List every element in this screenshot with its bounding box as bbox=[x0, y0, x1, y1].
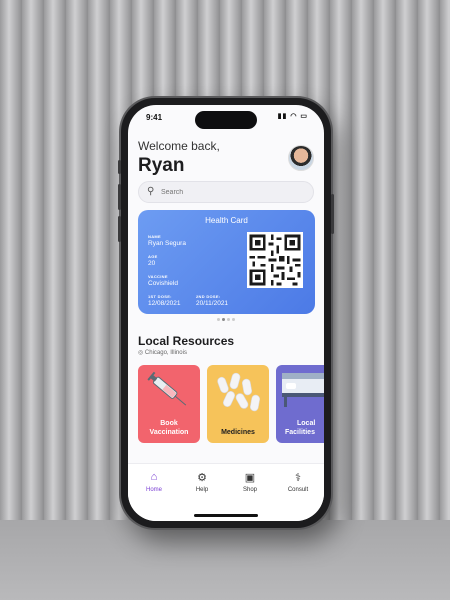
syringe-icon bbox=[147, 371, 187, 406]
location-text: ◎ Chicago, Illinois bbox=[138, 349, 187, 356]
carousel-dot-active[interactable] bbox=[222, 318, 225, 321]
tile-book-vaccination[interactable]: Book Vaccination bbox=[138, 365, 200, 443]
nav-shop[interactable]: ▣ Shop bbox=[230, 471, 270, 493]
nav-label: Consult bbox=[287, 487, 309, 493]
tile-label: Medicines bbox=[207, 428, 269, 437]
tile-medicines[interactable]: Medicines bbox=[207, 365, 269, 443]
tile-label-line2: Vaccination bbox=[149, 429, 189, 436]
section-title: Local Resources bbox=[138, 334, 235, 348]
home-indicator[interactable] bbox=[194, 514, 258, 517]
nav-consult[interactable]: ⚕ Consult bbox=[278, 471, 318, 493]
age-label: AGE bbox=[148, 254, 158, 259]
name-label: NAME bbox=[148, 234, 161, 239]
phone-device: 9:41 ▮▮ ◠ ▭ Welcome back, Ryan ⚲ Health … bbox=[118, 98, 334, 528]
bottom-nav: ⌂ Home ⚙ Help ▣ Shop ⚕ Consult bbox=[128, 463, 324, 521]
qr-code bbox=[247, 232, 303, 288]
carousel-dot[interactable] bbox=[217, 318, 220, 321]
welcome-text: Welcome back, bbox=[138, 139, 220, 153]
volume-up-button bbox=[118, 184, 121, 210]
home-icon: ⌂ bbox=[150, 471, 158, 483]
nav-label: Help bbox=[195, 487, 209, 493]
dose1-label: 1ST DOSE: bbox=[148, 294, 172, 299]
age-value: 20 bbox=[148, 260, 156, 267]
avatar[interactable] bbox=[288, 145, 314, 171]
mute-switch bbox=[118, 160, 121, 174]
volume-down-button bbox=[118, 216, 121, 242]
health-card-title: Health Card bbox=[205, 216, 248, 225]
health-card[interactable]: Health Card NAME Ryan Segura AGE 20 VACC… bbox=[138, 210, 315, 314]
user-name: Ryan bbox=[138, 155, 185, 176]
tile-local-facilities[interactable]: Local Facilities bbox=[276, 365, 324, 443]
status-bar: 9:41 ▮▮ ◠ ▭ bbox=[128, 109, 324, 125]
search-icon: ⚲ bbox=[147, 186, 155, 197]
vaccine-label: VACCINE bbox=[148, 274, 168, 279]
nav-help[interactable]: ⚙ Help bbox=[182, 471, 222, 493]
location-label: Chicago, Illinois bbox=[144, 350, 187, 356]
tile-label-line1: Local bbox=[297, 420, 316, 427]
pills-icon bbox=[217, 372, 260, 412]
app-screen: 9:41 ▮▮ ◠ ▭ Welcome back, Ryan ⚲ Health … bbox=[128, 105, 324, 521]
tile-label-line2: Medicines bbox=[221, 429, 255, 436]
name-value: Ryan Segura bbox=[148, 240, 186, 247]
hospital-bed-icon bbox=[282, 373, 324, 407]
status-time: 9:41 bbox=[146, 113, 163, 122]
tile-label-line1: Book bbox=[160, 420, 178, 427]
power-button bbox=[331, 194, 334, 234]
search-bar[interactable]: ⚲ bbox=[138, 181, 314, 203]
stethoscope-icon: ⚕ bbox=[295, 472, 301, 484]
bag-icon: ▣ bbox=[244, 472, 256, 484]
gear-icon: ⚙ bbox=[197, 472, 207, 484]
location-pin-icon: ◎ bbox=[138, 350, 144, 356]
tile-label-line2: Facilities bbox=[285, 429, 315, 436]
dose1-value: 12/08/2021 bbox=[148, 300, 181, 307]
signal-wifi-battery-icon: ▮▮ ◠ ▭ bbox=[277, 113, 308, 120]
vaccine-value: Covishield bbox=[148, 280, 178, 287]
carousel-dots[interactable] bbox=[128, 318, 324, 321]
nav-label: Home bbox=[145, 487, 162, 493]
carousel-dot[interactable] bbox=[232, 318, 235, 321]
nav-label: Shop bbox=[242, 487, 257, 493]
tile-label: Book Vaccination bbox=[138, 419, 200, 437]
floor-background bbox=[0, 520, 450, 600]
nav-home[interactable]: ⌂ Home bbox=[134, 471, 174, 493]
dose2-label: 2ND DOSE: bbox=[196, 294, 221, 299]
dose2-value: 20/11/2021 bbox=[196, 300, 229, 307]
carousel-dot[interactable] bbox=[227, 318, 230, 321]
tile-label: Local Facilities bbox=[285, 419, 324, 437]
search-input[interactable] bbox=[161, 185, 301, 199]
